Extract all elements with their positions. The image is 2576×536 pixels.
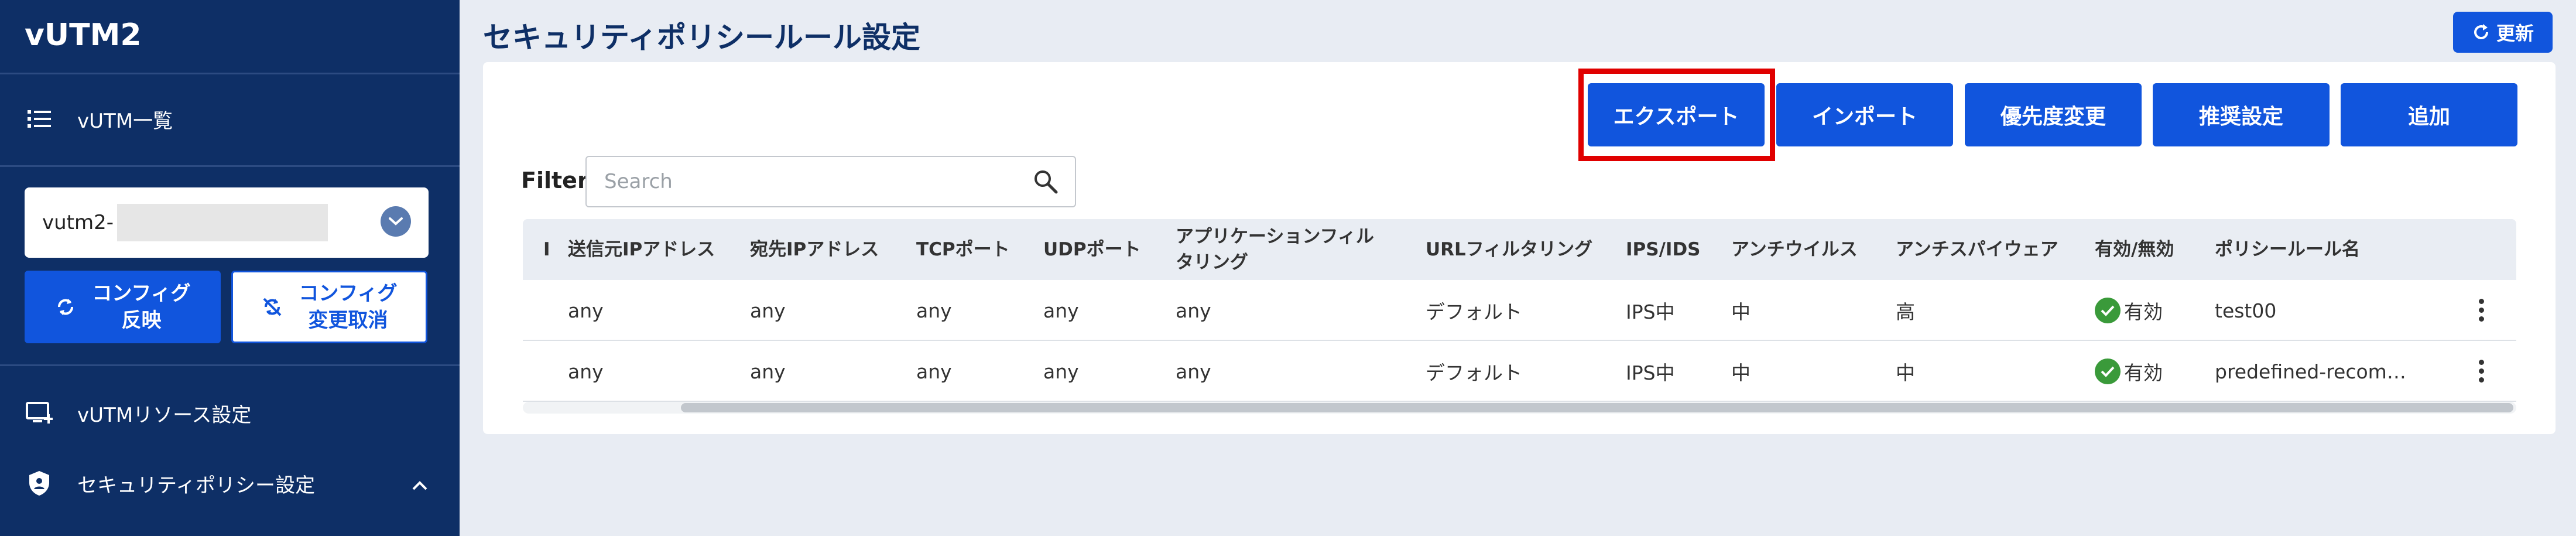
nav-security-policy-label: セキュリティポリシー設定 xyxy=(77,473,315,497)
table-row[interactable]: any any any any any デフォルト IPS中 中 高 有効 te… xyxy=(523,280,2516,341)
recommend-settings-button[interactable]: 推奨設定 xyxy=(2153,83,2330,146)
refresh-label: 更新 xyxy=(2496,22,2534,45)
filter-label: Filter xyxy=(521,168,588,193)
cell-enabled-label: 有効 xyxy=(2124,301,2163,323)
col-header-app-filter-line2: タリング xyxy=(1176,252,1248,273)
cell-tcp: any xyxy=(916,299,952,322)
cell-app-filter: any xyxy=(1176,299,1211,322)
import-button[interactable]: インポート xyxy=(1776,83,1953,146)
col-header-i[interactable]: I xyxy=(543,219,550,280)
cell-url-filter: デフォルト xyxy=(1426,361,1522,384)
col-header-antispyware[interactable]: アンチスパイウェア xyxy=(1896,219,2058,280)
cell-src-ip: any xyxy=(568,360,604,383)
refresh-icon xyxy=(2472,23,2491,42)
cell-url-filter: デフォルト xyxy=(1426,301,1522,323)
brand-title: vUTM2 xyxy=(25,18,142,53)
col-header-dst-ip[interactable]: 宛先IPアドレス xyxy=(750,219,879,280)
config-apply-label-1: コンフィグ xyxy=(92,282,191,305)
cell-ips-ids: IPS中 xyxy=(1626,361,1675,384)
cell-app-filter: any xyxy=(1176,360,1211,383)
col-header-ips-ids[interactable]: IPS/IDS xyxy=(1626,219,1701,280)
divider xyxy=(0,73,460,74)
search-box xyxy=(585,156,1076,207)
col-header-tcp[interactable]: TCPポート xyxy=(916,219,1010,280)
cell-src-ip: any xyxy=(568,299,604,322)
list-icon xyxy=(25,104,54,134)
divider xyxy=(0,165,460,167)
table-row[interactable]: any any any any any デフォルト IPS中 中 中 有効 pr… xyxy=(523,341,2516,402)
cell-udp: any xyxy=(1043,299,1079,322)
page-title: セキュリティポリシールール設定 xyxy=(483,21,920,54)
nav-vutm-resource[interactable]: vUTMリソース設定 xyxy=(25,398,251,428)
cell-enabled-label: 有効 xyxy=(2124,361,2163,384)
sidebar: vUTM2 vUTM一覧 vutm2- コンフィグ 反映 コンフィグ 変更取消 … xyxy=(0,0,460,536)
cell-ips-ids: IPS中 xyxy=(1626,301,1675,323)
cell-antivirus: 中 xyxy=(1731,301,1751,323)
sync-disabled-icon xyxy=(261,296,283,318)
cell-antivirus: 中 xyxy=(1731,361,1751,384)
config-revert-button[interactable]: コンフィグ 変更取消 xyxy=(231,271,427,343)
search-icon[interactable] xyxy=(1033,169,1059,197)
redacted-area xyxy=(117,204,328,241)
scrollbar-thumb[interactable] xyxy=(681,403,2513,412)
cell-rule-name: predefined-recom… xyxy=(2215,360,2406,383)
cell-udp: any xyxy=(1043,360,1079,383)
vutm-select[interactable]: vutm2- xyxy=(25,187,429,258)
add-button[interactable]: 追加 xyxy=(2341,83,2517,146)
table-header: I 送信元IPアドレス 宛先IPアドレス TCPポート UDPポート アプリケー… xyxy=(523,219,2516,280)
horizontal-scrollbar[interactable] xyxy=(523,402,2516,414)
shield-icon xyxy=(25,469,54,498)
divider xyxy=(0,364,460,366)
col-header-app-filter-line1: アプリケーションフィル xyxy=(1176,226,1374,247)
config-revert-label-2: 変更取消 xyxy=(308,309,388,332)
priority-change-button[interactable]: 優先度変更 xyxy=(1965,83,2142,146)
chevron-down-icon[interactable] xyxy=(381,206,411,237)
col-header-url-filter[interactable]: URLフィルタリング xyxy=(1426,219,1592,280)
more-vert-icon[interactable] xyxy=(2479,360,2486,383)
col-header-src-ip[interactable]: 送信元IPアドレス xyxy=(568,219,715,280)
check-circle-icon xyxy=(2095,298,2121,323)
chevron-up-icon[interactable] xyxy=(411,473,429,497)
col-header-antivirus[interactable]: アンチウイルス xyxy=(1731,219,1858,280)
search-input[interactable] xyxy=(604,170,1014,193)
nav-vutm-resource-label: vUTMリソース設定 xyxy=(77,403,252,427)
cell-dst-ip: any xyxy=(750,360,786,383)
config-apply-label-2: 反映 xyxy=(121,309,162,332)
cell-enabled: 有効 xyxy=(2095,280,2163,341)
cell-antispyware: 中 xyxy=(1896,361,1915,384)
col-header-enabled[interactable]: 有効/無効 xyxy=(2095,219,2174,280)
cell-tcp: any xyxy=(916,360,952,383)
more-vert-icon[interactable] xyxy=(2479,299,2486,322)
cell-rule-name: test00 xyxy=(2215,299,2277,322)
refresh-button[interactable]: 更新 xyxy=(2453,12,2553,53)
col-header-app-filter[interactable]: アプリケーションフィル タリング xyxy=(1176,219,1374,280)
config-apply-button[interactable]: コンフィグ 反映 xyxy=(25,271,221,343)
policy-table: I 送信元IPアドレス 宛先IPアドレス TCPポート UDPポート アプリケー… xyxy=(523,219,2516,414)
vutm-select-value: vutm2- xyxy=(42,211,114,234)
check-circle-icon xyxy=(2095,359,2121,384)
cell-antispyware: 高 xyxy=(1896,301,1915,323)
cell-enabled: 有効 xyxy=(2095,341,2163,402)
col-header-udp[interactable]: UDPポート xyxy=(1043,219,1141,280)
nav-security-policy[interactable]: セキュリティポリシー設定 xyxy=(25,469,429,498)
monitor-add-icon xyxy=(25,398,54,428)
config-revert-label-1: コンフィグ xyxy=(299,282,398,305)
cell-dst-ip: any xyxy=(750,299,786,322)
col-header-rule-name[interactable]: ポリシールール名 xyxy=(2215,219,2360,280)
highlight-box xyxy=(1578,69,1775,161)
nav-vutm-list-label: vUTM一覧 xyxy=(77,109,173,133)
sync-icon xyxy=(54,296,77,318)
nav-vutm-list[interactable]: vUTM一覧 xyxy=(25,104,173,134)
